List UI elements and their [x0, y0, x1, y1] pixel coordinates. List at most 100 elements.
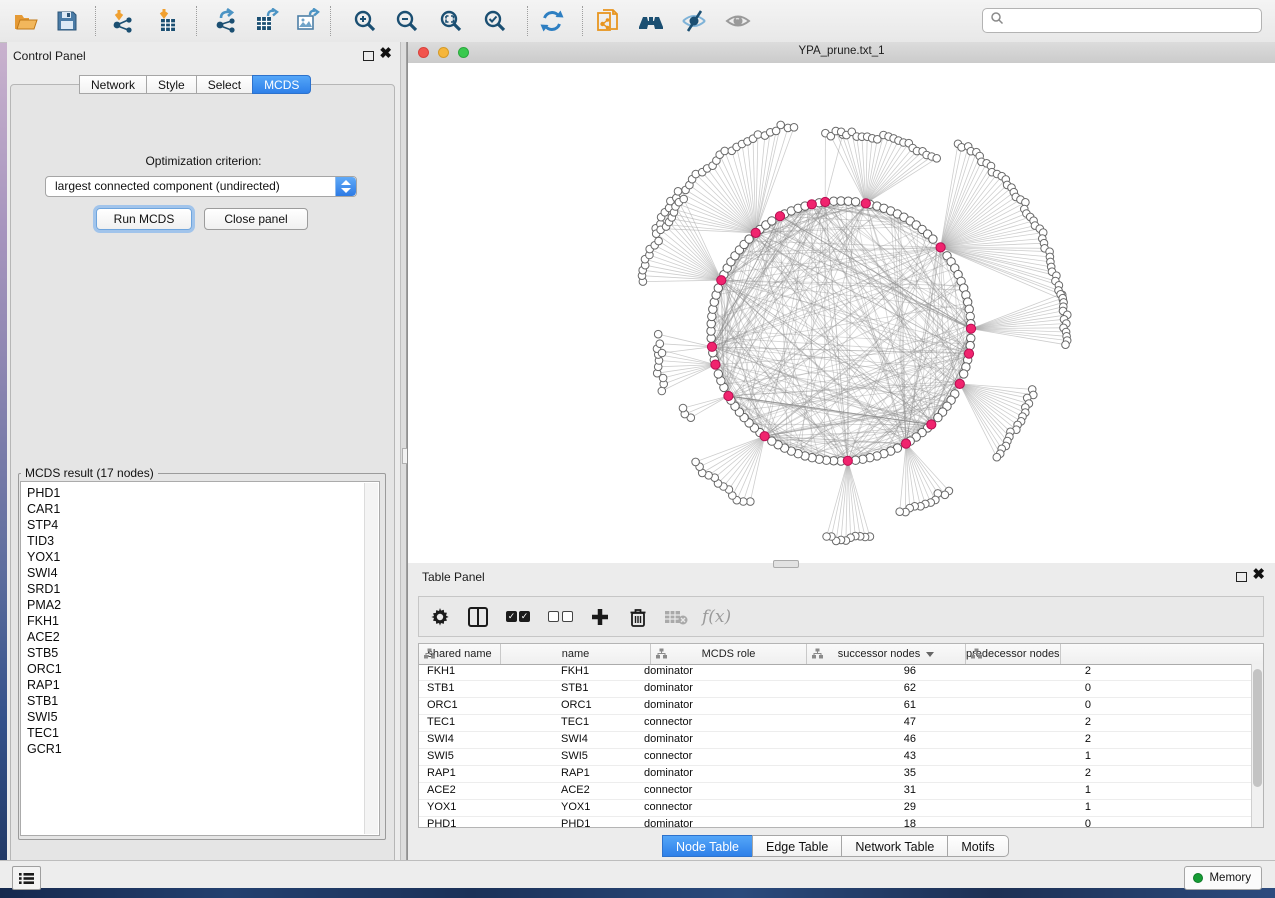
control-panel-tab[interactable]: Select [196, 75, 253, 94]
mcds-result-item[interactable]: PMA2 [27, 597, 379, 613]
select-all-check-icon[interactable]: ✓✓ [504, 605, 532, 629]
table-settings-gear-icon[interactable] [428, 605, 452, 629]
cell-predecessor-nodes: 0 [942, 817, 1101, 827]
save-session-icon[interactable] [53, 7, 81, 35]
import-table-icon[interactable] [153, 7, 181, 35]
node-table: shared name name [418, 643, 1264, 828]
column-label: successor nodes [838, 648, 921, 660]
zoom-out-icon[interactable] [393, 7, 421, 35]
table-tab[interactable]: Edge Table [752, 835, 842, 857]
criterion-dropdown[interactable]: largest connected component (undirected) [45, 176, 357, 197]
zoom-in-icon[interactable] [351, 7, 379, 35]
table-row[interactable]: TEC1 TEC1 connector 47 2 [419, 715, 1251, 732]
zoom-selected-icon[interactable] [481, 7, 509, 35]
search-input[interactable] [1009, 13, 1261, 29]
network-graph[interactable] [408, 63, 1275, 563]
control-panel-tab[interactable]: Style [146, 75, 197, 94]
table-row[interactable]: STB1 STB1 dominator 62 0 [419, 681, 1251, 698]
import-network-icon[interactable] [109, 7, 137, 35]
deselect-all-check-icon[interactable] [546, 605, 574, 629]
run-mcds-button[interactable]: Run MCDS [96, 208, 192, 230]
export-image-icon[interactable] [294, 7, 322, 35]
search-binoculars-icon[interactable] [637, 7, 665, 35]
table-row[interactable]: SWI5 SWI5 connector 43 1 [419, 749, 1251, 766]
cell-successor-nodes: 62 [786, 681, 942, 697]
toolbar-separator [196, 6, 197, 36]
cell-shared-name: SWI4 [419, 732, 554, 748]
export-table-icon[interactable] [253, 7, 281, 35]
table-row[interactable]: PHD1 PHD1 dominator 18 0 [419, 817, 1251, 827]
cell-shared-name: RAP1 [419, 766, 554, 782]
table-row[interactable]: SWI4 SWI4 dominator 46 2 [419, 732, 1251, 749]
show-columns-icon[interactable] [466, 605, 490, 629]
table-row[interactable]: ORC1 ORC1 dominator 61 0 [419, 698, 1251, 715]
float-panel-icon[interactable] [363, 51, 374, 61]
vertical-splitter[interactable] [400, 42, 407, 860]
column-header[interactable]: MCDS role [651, 644, 807, 664]
table-row[interactable]: RAP1 RAP1 dominator 35 2 [419, 766, 1251, 783]
toolbar-search[interactable] [982, 8, 1262, 33]
close-panel-icon[interactable]: ✖ [379, 45, 392, 63]
mcds-result-item[interactable]: STB1 [27, 693, 379, 709]
table-panel-title: Table Panel [422, 570, 485, 584]
cell-shared-name: ACE2 [419, 783, 554, 799]
network-window-titlebar[interactable]: YPA_prune.txt_1 [408, 42, 1275, 64]
refresh-layout-icon[interactable] [538, 7, 566, 35]
mcds-result-item[interactable]: STB5 [27, 645, 379, 661]
mcds-result-item[interactable]: RAP1 [27, 677, 379, 693]
mcds-result-item[interactable]: GCR1 [27, 741, 379, 757]
mcds-result-item[interactable]: PHD1 [27, 485, 379, 501]
mcds-result-item[interactable]: TEC1 [27, 725, 379, 741]
table-row[interactable]: ACE2 ACE2 connector 31 1 [419, 783, 1251, 800]
cell-shared-name: FKH1 [419, 664, 554, 680]
export-network-icon[interactable] [212, 7, 240, 35]
close-panel-icon[interactable]: ✖ [1252, 566, 1265, 584]
cell-predecessor-nodes: 2 [942, 766, 1101, 782]
table-tab[interactable]: Network Table [841, 835, 948, 857]
table-scrollbar[interactable] [1251, 664, 1263, 827]
mcds-result-item[interactable]: SWI5 [27, 709, 379, 725]
cell-predecessor-nodes: 2 [942, 732, 1101, 748]
column-header[interactable]: name [501, 644, 651, 664]
mcds-result-list[interactable]: PHD1CAR1STP4TID3YOX1SWI4SRD1PMA2FKH1ACE2… [20, 481, 380, 836]
task-history-list-icon[interactable] [12, 866, 41, 890]
mcds-result-item[interactable]: ORC1 [27, 661, 379, 677]
table-tab[interactable]: Node Table [662, 835, 753, 857]
mcds-result-item[interactable]: ACE2 [27, 629, 379, 645]
mcds-result-item[interactable]: CAR1 [27, 501, 379, 517]
cell-mcds-role: dominator [636, 817, 786, 827]
mcds-result-item[interactable]: SRD1 [27, 581, 379, 597]
mcds-result-title: MCDS result (17 nodes) [21, 466, 158, 480]
table-row[interactable]: YOX1 YOX1 connector 29 1 [419, 800, 1251, 817]
cell-shared-name: STB1 [419, 681, 554, 697]
float-panel-icon[interactable] [1236, 572, 1247, 582]
control-panel-tab[interactable]: Network [79, 75, 147, 94]
mcds-result-item[interactable]: SWI4 [27, 565, 379, 581]
hide-selected-icon[interactable] [680, 7, 708, 35]
zoom-fit-icon[interactable] [437, 7, 465, 35]
mcds-result-item[interactable]: YOX1 [27, 549, 379, 565]
close-panel-button[interactable]: Close panel [204, 208, 308, 230]
table-row[interactable]: FKH1 FKH1 dominator 96 2 [419, 664, 1251, 681]
control-panel: Control Panel ✖ NetworkStyleSelectMCDS O… [7, 42, 400, 860]
horizontal-splitter-grip[interactable] [773, 560, 799, 568]
control-panel-tab[interactable]: MCDS [252, 75, 311, 94]
column-header[interactable]: successor nodes [807, 644, 966, 664]
table-scrollbar-thumb[interactable] [1253, 669, 1262, 787]
open-file-icon[interactable] [12, 7, 40, 35]
memory-button[interactable]: Memory [1184, 866, 1262, 890]
delete-column-trash-icon[interactable] [626, 605, 650, 629]
clone-network-icon[interactable] [594, 7, 622, 35]
cell-name: ORC1 [554, 698, 636, 714]
add-column-plus-icon[interactable] [588, 605, 612, 629]
mcds-list-scrollbar[interactable] [364, 483, 378, 834]
mcds-result-item[interactable]: TID3 [27, 533, 379, 549]
mcds-result-item[interactable]: FKH1 [27, 613, 379, 629]
table-tab[interactable]: Motifs [947, 835, 1008, 857]
control-panel-tabs: NetworkStyleSelectMCDS [80, 75, 311, 94]
column-header[interactable]: shared name [419, 644, 501, 664]
mcds-result-item[interactable]: STP4 [27, 517, 379, 533]
network-canvas[interactable] [408, 63, 1275, 563]
cell-successor-nodes: 61 [786, 698, 942, 714]
column-header[interactable]: predecessor nodes [966, 644, 1061, 664]
